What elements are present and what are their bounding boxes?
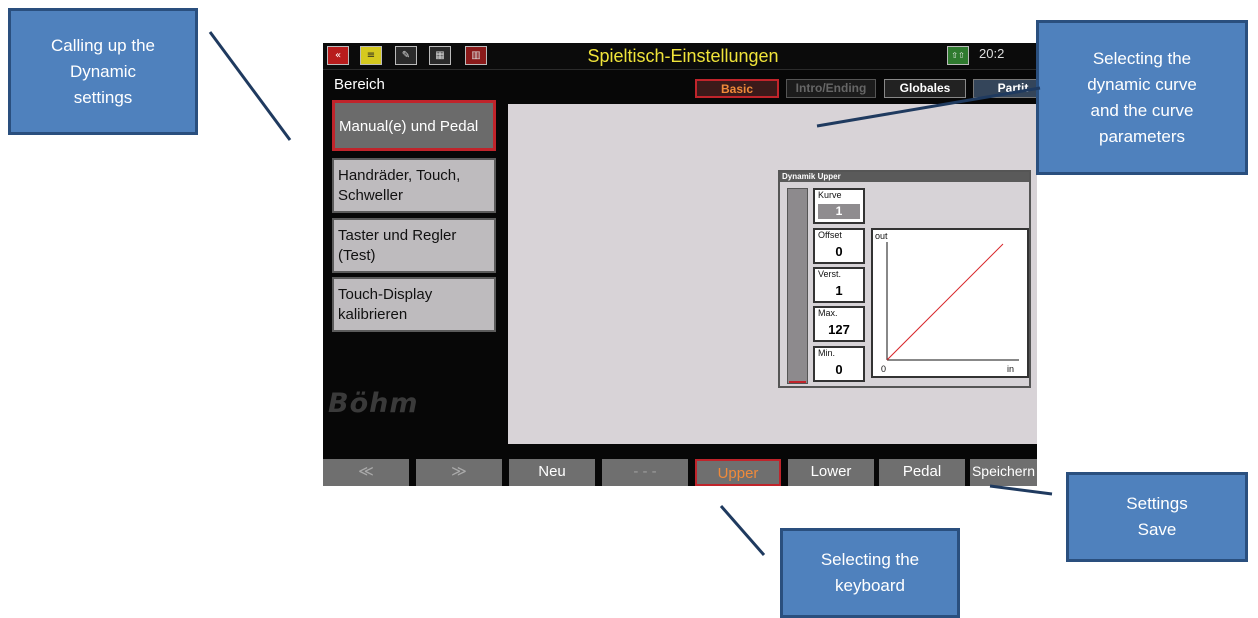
- callout-keyboard: Selecting the keyboard: [780, 528, 960, 618]
- min-field[interactable]: Min. 0: [813, 346, 865, 382]
- softkey-neu[interactable]: Neu: [509, 459, 595, 486]
- offset-label: Offset: [818, 230, 842, 240]
- softkey-upper[interactable]: Upper: [695, 459, 781, 486]
- softkey-scroll-down[interactable]: ≫: [416, 459, 502, 486]
- boehm-logo: Böhm: [328, 388, 419, 419]
- min-value: 0: [835, 362, 843, 377]
- callout-dynamic-settings: Calling up the Dynamic settings: [8, 8, 198, 135]
- side-button-manual-pedal[interactable]: Manual(e) und Pedal: [332, 100, 496, 151]
- side-button-touch-display[interactable]: Touch-Display kalibrieren: [332, 277, 496, 332]
- callout-text: Save: [1137, 520, 1177, 539]
- velocity-slider[interactable]: [787, 188, 808, 384]
- softkey-pedal[interactable]: Pedal: [879, 459, 965, 486]
- gain-value: 1: [835, 283, 843, 298]
- screen-title: Spieltisch-Einstellungen: [587, 46, 779, 66]
- callout-text: and the curve: [1090, 100, 1194, 120]
- callout-save: Settings Save: [1066, 472, 1248, 562]
- clock: 20:2: [979, 46, 1005, 61]
- leader-line-save: [989, 484, 1053, 496]
- organ-screen: « ≡ ✎ ▦ ▥ Spieltisch-Einstellungen ⇧⇧ 20…: [323, 43, 1037, 486]
- graph-y-label: out: [875, 231, 888, 241]
- side-button-taster-regler[interactable]: Taster und Regler (Test): [332, 218, 496, 273]
- callout-text: Selecting the: [820, 550, 920, 569]
- dynamics-window: Dynamik Upper Kurve 1 Offset 0 Verst. 1 …: [778, 170, 1031, 388]
- tab-intro-ending[interactable]: Intro/Ending: [786, 79, 876, 98]
- dynamic-curve-graph: out 0 in: [871, 228, 1029, 378]
- max-field[interactable]: Max. 127: [813, 306, 865, 342]
- title-bar: « ≡ ✎ ▦ ▥ Spieltisch-Einstellungen ⇧⇧ 20…: [323, 43, 1037, 70]
- gain-field[interactable]: Verst. 1: [813, 267, 865, 303]
- callout-text: parameters: [1099, 126, 1185, 146]
- softkey-bar: ≪ ≫ Neu - - - Upper Lower Pedal Speicher…: [323, 459, 1037, 486]
- max-value: 127: [828, 322, 850, 337]
- callout-text: keyboard: [835, 576, 905, 595]
- softkey-empty[interactable]: - - -: [602, 459, 688, 486]
- edit-icon[interactable]: ✎: [395, 46, 417, 65]
- graph-origin-label: 0: [881, 364, 886, 374]
- menu-icon[interactable]: ≡: [360, 46, 382, 65]
- slider-marker: [789, 381, 806, 383]
- side-button-handraeder[interactable]: Handräder, Touch, Schweller: [332, 158, 496, 213]
- leader-line-dynamic: [208, 31, 292, 141]
- curve-label: Kurve: [818, 190, 842, 200]
- curve-plot: out 0 in: [875, 231, 1019, 374]
- offset-value: 0: [835, 244, 843, 259]
- dynamics-title: Dynamik Upper: [780, 172, 1029, 182]
- callout-text: Selecting the: [1092, 48, 1192, 68]
- min-label: Min.: [818, 348, 836, 358]
- callout-text: settings: [73, 87, 133, 107]
- leader-line-keyboard: [719, 505, 766, 556]
- curve-field[interactable]: Kurve 1: [813, 188, 865, 224]
- callout-text: Calling up the: [51, 35, 155, 55]
- area-label: Bereich: [334, 76, 385, 93]
- curve-line: [886, 243, 1004, 361]
- tab-globales[interactable]: Globales: [884, 79, 966, 98]
- softkey-speichern[interactable]: Speichern: [970, 459, 1037, 486]
- graph-x-label: in: [1007, 364, 1014, 374]
- curve-value: 1: [818, 204, 860, 219]
- callout-dynamic-curve: Selecting the dynamic curve and the curv…: [1036, 20, 1248, 175]
- callout-text: Dynamic: [69, 61, 137, 81]
- softkey-lower[interactable]: Lower: [788, 459, 874, 486]
- gain-label: Verst.: [818, 269, 842, 279]
- callout-text: dynamic curve: [1087, 74, 1197, 94]
- max-label: Max.: [818, 308, 838, 318]
- tab-partitur[interactable]: Partit: [973, 79, 1037, 98]
- softkey-scroll-up[interactable]: ≪: [323, 459, 409, 486]
- offset-field[interactable]: Offset 0: [813, 228, 865, 264]
- grid-icon[interactable]: ▦: [429, 46, 451, 65]
- shift-icon[interactable]: ⇧⇧: [947, 46, 969, 65]
- callout-text: Settings: [1126, 494, 1188, 513]
- tab-basic[interactable]: Basic: [695, 79, 779, 98]
- back-icon[interactable]: «: [327, 46, 349, 65]
